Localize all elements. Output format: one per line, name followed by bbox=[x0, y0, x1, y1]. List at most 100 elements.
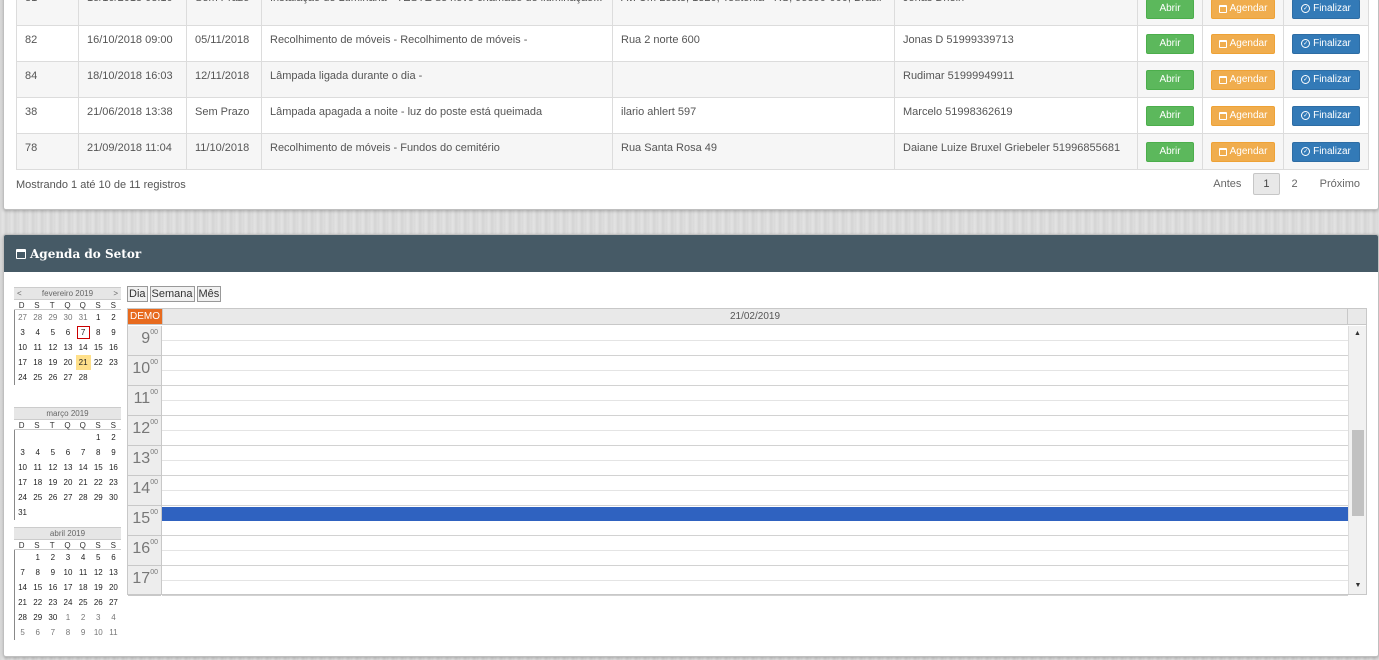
calendar-day[interactable]: 25 bbox=[76, 595, 91, 610]
calendar-day[interactable]: 31 bbox=[76, 310, 91, 325]
calendar-day[interactable]: 21 bbox=[76, 475, 91, 490]
calendar-day[interactable]: 27 bbox=[60, 490, 75, 505]
calendar-day[interactable]: 1 bbox=[60, 610, 75, 625]
calendar-day[interactable]: 12 bbox=[91, 565, 106, 580]
calendar-day[interactable]: 29 bbox=[45, 310, 60, 325]
calendar-day[interactable]: 23 bbox=[45, 595, 60, 610]
calendar-day[interactable]: 22 bbox=[91, 475, 106, 490]
calendar-day[interactable]: 24 bbox=[15, 490, 30, 505]
time-slot[interactable] bbox=[162, 371, 1348, 386]
calendar-day[interactable]: 10 bbox=[15, 460, 30, 475]
calendar-day[interactable]: 5 bbox=[91, 550, 106, 565]
calendar-day[interactable]: 28 bbox=[76, 370, 91, 385]
schedule-button[interactable]: Agendar bbox=[1211, 69, 1275, 90]
calendar-day[interactable]: 25 bbox=[30, 490, 45, 505]
calendar-day[interactable]: 29 bbox=[30, 610, 45, 625]
scroll-down-icon[interactable]: ▼ bbox=[1349, 578, 1367, 594]
time-slot[interactable] bbox=[162, 431, 1348, 446]
open-button[interactable]: Abrir bbox=[1146, 69, 1194, 90]
time-slot[interactable] bbox=[162, 446, 1348, 461]
calendar-day[interactable]: 5 bbox=[15, 625, 30, 640]
calendar-day[interactable]: 6 bbox=[106, 550, 121, 565]
calendar-day[interactable]: 15 bbox=[91, 460, 106, 475]
calendar-day[interactable]: 26 bbox=[91, 595, 106, 610]
calendar-day[interactable]: 15 bbox=[91, 340, 106, 355]
finish-button[interactable]: ✓ Finalizar bbox=[1292, 0, 1360, 19]
calendar-day[interactable]: 3 bbox=[60, 550, 75, 565]
time-slot[interactable] bbox=[162, 551, 1348, 566]
calendar-day[interactable]: 24 bbox=[60, 595, 75, 610]
calendar-day[interactable]: 14 bbox=[76, 340, 91, 355]
calendar-day[interactable]: 26 bbox=[45, 370, 60, 385]
calendar-day[interactable]: 20 bbox=[60, 475, 75, 490]
open-button[interactable]: Abrir bbox=[1146, 105, 1194, 126]
calendar-event[interactable] bbox=[162, 507, 1348, 521]
time-slot[interactable] bbox=[162, 341, 1348, 356]
time-slot[interactable] bbox=[162, 521, 1348, 536]
pager-page-2[interactable]: 2 bbox=[1284, 173, 1306, 195]
scroll-up-icon[interactable]: ▲ bbox=[1349, 326, 1366, 342]
calendar-day[interactable]: 6 bbox=[60, 445, 75, 460]
calendar-day[interactable]: 19 bbox=[91, 580, 106, 595]
view-week-button[interactable]: Semana bbox=[149, 286, 195, 302]
calendar-day[interactable]: 27 bbox=[60, 370, 75, 385]
time-slot[interactable] bbox=[162, 566, 1348, 581]
calendar-day[interactable]: 13 bbox=[106, 565, 121, 580]
calendar-day[interactable]: 11 bbox=[30, 340, 45, 355]
calendar-day[interactable]: 3 bbox=[91, 610, 106, 625]
calendar-day[interactable]: 1 bbox=[91, 310, 106, 325]
calendar-day[interactable]: 9 bbox=[76, 625, 91, 640]
time-slot[interactable] bbox=[162, 536, 1348, 551]
calendar-day[interactable]: 5 bbox=[45, 445, 60, 460]
open-button[interactable]: Abrir bbox=[1146, 33, 1194, 54]
calendar-day[interactable]: 31 bbox=[15, 505, 30, 520]
calendar-day[interactable]: 5 bbox=[45, 325, 60, 340]
next-month-icon[interactable]: > bbox=[113, 289, 118, 298]
calendar-day[interactable]: 9 bbox=[106, 325, 121, 340]
scheduler-scrollbar[interactable]: ▲ ▼ bbox=[1348, 326, 1366, 594]
open-button[interactable]: Abrir bbox=[1146, 0, 1194, 19]
calendar-day[interactable]: 3 bbox=[15, 325, 30, 340]
finish-button[interactable]: ✓ Finalizar bbox=[1292, 141, 1360, 162]
calendar-day[interactable]: 19 bbox=[45, 355, 60, 370]
calendar-day[interactable]: 14 bbox=[76, 460, 91, 475]
finish-button[interactable]: ✓ Finalizar bbox=[1292, 69, 1360, 90]
calendar-day[interactable]: 8 bbox=[30, 565, 45, 580]
calendar-day[interactable]: 18 bbox=[30, 355, 45, 370]
calendar-day[interactable]: 20 bbox=[60, 355, 75, 370]
calendar-day[interactable]: 28 bbox=[15, 610, 30, 625]
schedule-button[interactable]: Agendar bbox=[1211, 141, 1275, 162]
calendar-day[interactable]: 24 bbox=[15, 370, 30, 385]
time-slot[interactable] bbox=[162, 326, 1348, 341]
calendar-day[interactable]: 18 bbox=[30, 475, 45, 490]
calendar-day[interactable]: 8 bbox=[91, 445, 106, 460]
calendar-day[interactable]: 18 bbox=[76, 580, 91, 595]
pager-prev[interactable]: Antes bbox=[1205, 173, 1249, 195]
time-slot[interactable] bbox=[162, 491, 1348, 506]
calendar-day[interactable]: 11 bbox=[76, 565, 91, 580]
calendar-day[interactable]: 27 bbox=[106, 595, 121, 610]
calendar-day[interactable]: 3 bbox=[15, 445, 30, 460]
calendar-day[interactable]: 26 bbox=[45, 490, 60, 505]
calendar-day[interactable]: 4 bbox=[30, 445, 45, 460]
calendar-day[interactable]: 2 bbox=[106, 430, 121, 445]
calendar-day[interactable]: 17 bbox=[15, 475, 30, 490]
calendar-day[interactable]: 17 bbox=[60, 580, 75, 595]
calendar-day[interactable]: 16 bbox=[106, 340, 121, 355]
pager-next[interactable]: Próximo bbox=[1312, 173, 1368, 195]
schedule-button[interactable]: Agendar bbox=[1211, 105, 1275, 126]
time-slot[interactable] bbox=[162, 416, 1348, 431]
calendar-day[interactable]: 22 bbox=[30, 595, 45, 610]
calendar-day[interactable]: 13 bbox=[60, 460, 75, 475]
time-slot[interactable] bbox=[162, 461, 1348, 476]
selected-day[interactable]: 21 bbox=[75, 355, 91, 370]
calendar-day[interactable]: 12 bbox=[45, 460, 60, 475]
calendar-day[interactable]: 11 bbox=[106, 625, 121, 640]
calendar-day[interactable]: 29 bbox=[91, 490, 106, 505]
calendar-day[interactable]: 15 bbox=[30, 580, 45, 595]
calendar-day[interactable]: 30 bbox=[60, 310, 75, 325]
time-slot[interactable] bbox=[162, 401, 1348, 416]
calendar-day[interactable]: 16 bbox=[45, 580, 60, 595]
calendar-day[interactable]: 28 bbox=[76, 490, 91, 505]
calendar-day[interactable]: 20 bbox=[106, 580, 121, 595]
